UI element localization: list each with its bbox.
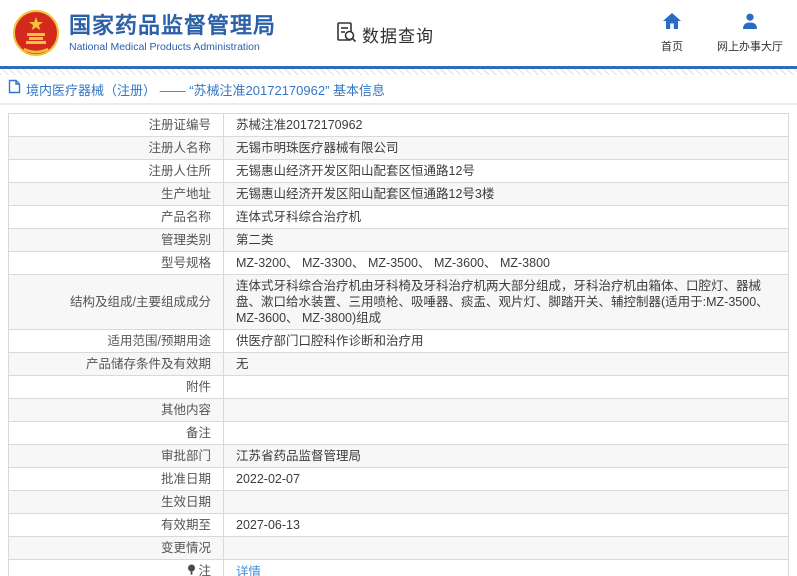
row-label: 审批部门 [8,444,224,468]
row-label: 管理类别 [8,228,224,252]
info-table-body: 注册证编号 苏械注准20172170962 注册人名称 无锡市明珠医疗器械有限公司 注册… [8,113,789,576]
row-value: 连体式牙科综合治疗机 [223,205,789,229]
table-row: 生产地址 无锡惠山经济开发区阳山配套区恒通路12号3楼 [8,182,789,206]
row-value: 第二类 [223,228,789,252]
row-label: 批准日期 [8,467,224,491]
site-title: 国家药品监督管理局 [69,13,277,38]
row-value: 2027-06-13 [223,513,789,537]
row-label: 备注 [8,421,224,445]
row-value [223,421,789,445]
nav-home-label: 首页 [661,40,683,53]
row-label: 附件 [8,375,224,399]
table-row: 注册证编号 苏械注准20172170962 [8,113,789,137]
row-label: 结构及组成/主要组成成分 [8,274,224,330]
breadcrumb-text: 境内医疗器械（注册） —— “苏械注准20172170962” 基本信息 [26,82,386,98]
row-label: 有效期至 [8,513,224,537]
site-subtitle: National Medical Products Administration [69,41,260,53]
row-value: 无锡惠山经济开发区阳山配套区恒通路12号 [223,159,789,183]
row-label: 变更情况 [8,536,224,560]
table-row: 注册人住所 无锡惠山经济开发区阳山配套区恒通路12号 [8,159,789,183]
row-value: 江苏省药品监督管理局 [223,444,789,468]
table-row: 结构及组成/主要组成成分 连体式牙科综合治疗机由牙科椅及牙科治疗机两大部分组成，牙… [8,274,789,330]
row-value: 无 [223,352,789,376]
row-label: 注册证编号 [8,113,224,137]
row-label: 型号规格 [8,251,224,275]
table-row: 型号规格 MZ-3200、 MZ-3300、 MZ-3500、 MZ-3600、 … [8,251,789,275]
nav-item-service-hall[interactable]: 网上办事大厅 [717,13,783,54]
row-value: 连体式牙科综合治疗机由牙科椅及牙科治疗机两大部分组成，牙科治疗机由箱体、口腔灯、… [223,274,789,330]
row-label: 产品名称 [8,205,224,229]
row-value [223,490,789,514]
top-nav: 首页 网上办事大厅 [661,12,783,54]
note-icon [187,564,196,576]
table-row: 批准日期 2022-02-07 [8,467,789,491]
row-label: 适用范围/预期用途 [8,329,224,353]
table-row: 其他内容 [8,398,789,422]
row-label: 生效日期 [8,490,224,514]
row-label: 产品储存条件及有效期 [8,352,224,376]
row-label: 生产地址 [8,182,224,206]
row-value: 无锡惠山经济开发区阳山配套区恒通路12号3楼 [223,182,789,206]
table-row: 产品名称 连体式牙科综合治疗机 [8,205,789,229]
table-row: 注 详情 [8,559,789,576]
row-label: 注 [8,559,224,576]
table-row: 附件 [8,375,789,399]
home-icon [663,12,681,34]
header: 国家药品监督管理局 National Medical Products Admi… [0,0,797,66]
table-row: 产品储存条件及有效期无 [8,352,789,376]
data-query-icon [334,20,358,49]
document-icon [8,79,21,99]
row-value: MZ-3200、 MZ-3300、 MZ-3500、 MZ-3600、 MZ-3… [223,251,789,275]
row-value [223,536,789,560]
row-value [223,375,789,399]
brand-block: 国家药品监督管理局 National Medical Products Admi… [69,13,276,53]
row-value: 苏械注准20172170962 [223,113,789,137]
table-row: 管理类别 第二类 [8,228,789,252]
breadcrumb: 境内医疗器械（注册） —— “苏械注准20172170962” 基本信息 [0,75,797,105]
user-icon [742,13,758,34]
table-row: 生效日期 [8,490,789,514]
table-row: 备注 [8,421,789,445]
table-row: 变更情况 [8,536,789,560]
table-row: 审批部门 江苏省药品监督管理局 [8,444,789,468]
data-query-label: 数据查询 [362,26,435,46]
row-value: 无锡市明珠医疗器械有限公司 [223,136,789,160]
nmpa-emblem-logo [12,9,60,57]
row-value: 详情 [223,559,789,576]
table-row: 注册人名称 无锡市明珠医疗器械有限公司 [8,136,789,160]
nav-item-home[interactable]: 首页 [661,12,683,54]
row-value: 2022-02-07 [223,467,789,491]
row-label: 注册人住所 [8,159,224,183]
row-label: 其他内容 [8,398,224,422]
registration-info-table: 注册证编号 苏械注准20172170962 注册人名称 无锡市明珠医疗器械有限公司 注册… [0,105,797,576]
data-query-section[interactable]: 数据查询 [334,20,434,49]
table-row: 有效期至 2027-06-13 [8,513,789,537]
row-value [223,398,789,422]
nav-service-hall-label: 网上办事大厅 [717,40,783,53]
detail-link[interactable]: 详情 [236,565,261,576]
row-label: 注册人名称 [8,136,224,160]
table-row: 适用范围/预期用途 供医疗部门口腔科作诊断和治疗用 [8,329,789,353]
row-value: 供医疗部门口腔科作诊断和治疗用 [223,329,789,353]
